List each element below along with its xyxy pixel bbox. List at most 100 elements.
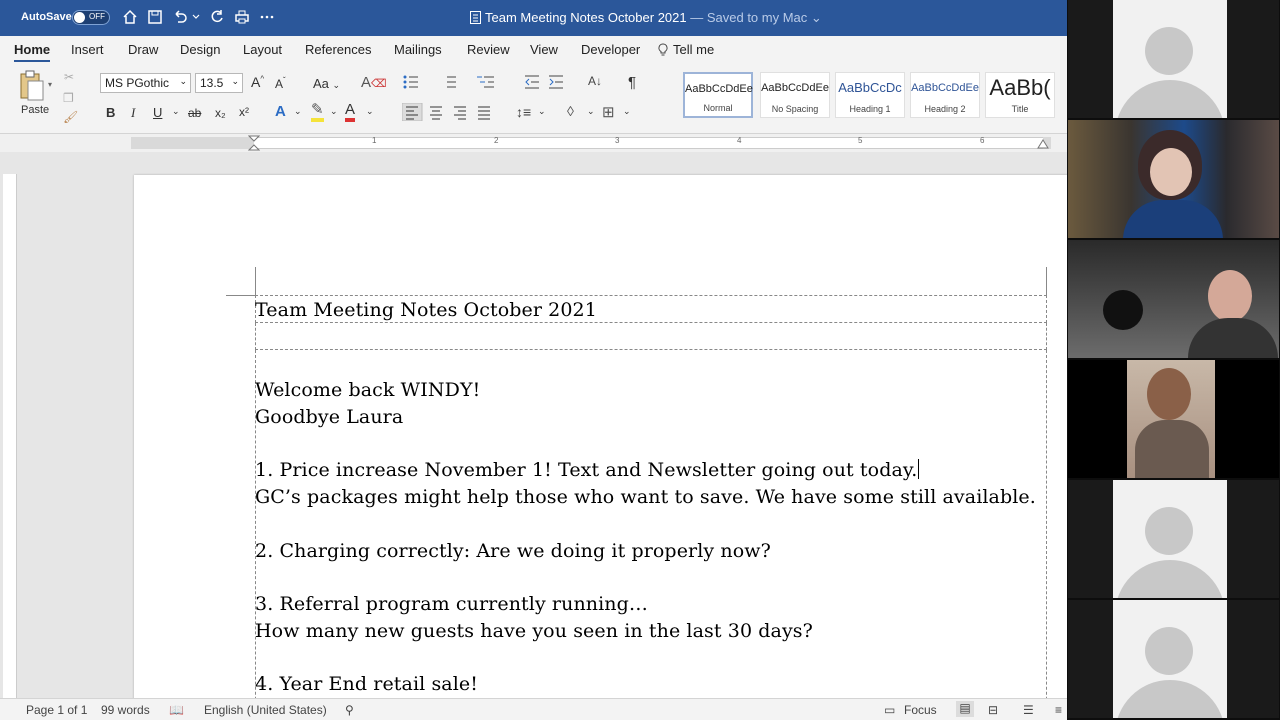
borders-icon[interactable]: ⊞	[602, 103, 615, 121]
word-count[interactable]: 99 words	[101, 703, 150, 717]
clear-formatting-icon[interactable]: A⌫	[361, 74, 387, 91]
ruler-number: 5	[858, 136, 863, 145]
title-chevron-icon[interactable]: ⌄	[811, 10, 822, 25]
tab-mailings[interactable]: Mailings	[394, 42, 442, 57]
paste-dropdown-icon[interactable]: ▾	[48, 80, 52, 89]
tab-view[interactable]: View	[530, 42, 558, 57]
tab-references[interactable]: References	[305, 42, 371, 57]
format-painter-icon[interactable]: 🖌	[63, 110, 78, 124]
proofing-icon[interactable]: 📖	[169, 703, 184, 717]
header-region-blank[interactable]	[255, 323, 1047, 350]
alignment-buttons[interactable]	[402, 103, 496, 121]
document-page[interactable]: Team Meeting Notes October 2021 Welcome …	[134, 175, 1067, 720]
doc-line-with-caret: 1. Price increase November 1! Text and N…	[255, 459, 920, 481]
doc-line: 1. Price increase November 1! Text and N…	[255, 459, 918, 481]
tab-draw[interactable]: Draw	[128, 42, 158, 57]
word-doc-icon	[470, 11, 481, 24]
focus-label[interactable]: Focus	[904, 703, 937, 717]
horizontal-ruler[interactable]: 1 2 3 4 5 6	[0, 134, 1067, 152]
copy-icon[interactable]: ❐	[63, 91, 74, 105]
tab-developer[interactable]: Developer	[581, 42, 640, 57]
print-layout-icon[interactable]: ▤	[956, 701, 974, 717]
style-title[interactable]: AaBb(Title	[985, 72, 1055, 118]
style-preview: AaBbCcDdEe	[761, 82, 829, 94]
tab-review[interactable]: Review	[467, 42, 510, 57]
font-name-select[interactable]: MS PGothic ⌄	[100, 73, 191, 93]
style-heading-1[interactable]: AaBbCcDc Heading 1	[835, 72, 905, 118]
page-count[interactable]: Page 1 of 1	[26, 703, 87, 717]
undo-icon[interactable]	[171, 8, 189, 26]
style-name: Title	[1011, 104, 1029, 114]
chevron-down-icon[interactable]: ⌄	[366, 106, 374, 117]
list-buttons[interactable]	[402, 73, 507, 91]
font-size-select[interactable]: 13.5 ⌄	[195, 73, 243, 93]
more-icon[interactable]	[258, 8, 276, 26]
web-layout-icon[interactable]: ⊟	[988, 703, 998, 717]
save-icon[interactable]	[146, 8, 164, 26]
subscript-button[interactable]: x₂	[215, 106, 226, 120]
bold-button[interactable]: B	[106, 105, 115, 120]
avatar-head	[1145, 627, 1193, 675]
indent-marker-icon[interactable]	[248, 135, 260, 152]
focus-icon[interactable]: ▭	[884, 703, 895, 717]
tab-layout[interactable]: Layout	[243, 42, 282, 57]
language[interactable]: English (United States)	[204, 703, 327, 717]
shading-icon[interactable]: ◊	[567, 103, 574, 119]
tell-me[interactable]: Tell me	[658, 42, 714, 57]
chevron-down-icon[interactable]: ⌄	[587, 106, 595, 117]
paste-icon[interactable]	[17, 70, 45, 102]
ruler-number: 4	[737, 136, 742, 145]
tab-insert[interactable]: Insert	[71, 42, 104, 57]
participant-tile[interactable]	[1068, 600, 1279, 718]
line-spacing-icon[interactable]: ↕≡	[516, 104, 531, 120]
home-icon[interactable]	[121, 8, 139, 26]
ruler-number: 3	[615, 136, 620, 145]
pilcrow-icon[interactable]: ¶	[628, 74, 636, 91]
text-effects-icon[interactable]: A	[275, 103, 286, 120]
style-normal[interactable]: AaBbCcDdEe Normal	[683, 72, 753, 118]
change-case-button[interactable]: Aa ⌄	[313, 76, 340, 91]
vertical-ruler[interactable]	[3, 174, 17, 698]
header-text: Team Meeting Notes October 2021	[255, 299, 597, 321]
participant-video[interactable]	[1068, 240, 1279, 358]
font-color-icon[interactable]: A	[345, 102, 356, 122]
document-title[interactable]: Team Meeting Notes October 2021 — Saved …	[470, 10, 822, 26]
avatar-placeholder	[1113, 480, 1227, 598]
participant-tile[interactable]	[1068, 0, 1279, 118]
cut-icon[interactable]: ✂	[64, 70, 74, 84]
italic-button[interactable]: I	[131, 105, 135, 121]
grow-font-icon[interactable]: A^	[251, 74, 264, 90]
lightbulb-icon	[658, 43, 668, 56]
tab-home[interactable]: Home	[14, 42, 51, 63]
draft-icon[interactable]: ≡	[1055, 703, 1062, 717]
style-name: No Spacing	[771, 104, 819, 114]
participant-tile[interactable]	[1068, 480, 1279, 598]
sort-icon[interactable]: A↓	[588, 74, 602, 88]
underline-button[interactable]: U	[153, 105, 162, 120]
style-no-spacing[interactable]: AaBbCcDdEe No Spacing	[760, 72, 830, 118]
outline-icon[interactable]: ☰	[1023, 703, 1034, 717]
doc-line: 3. Referral program currently running…	[255, 593, 648, 615]
strikethrough-button[interactable]: ab	[188, 106, 201, 120]
tab-design[interactable]: Design	[180, 42, 220, 57]
shrink-font-icon[interactable]: Aˇ	[275, 76, 286, 91]
ruler-number: 6	[980, 136, 985, 145]
highlight-icon[interactable]: ✎	[311, 102, 324, 122]
chevron-down-icon[interactable]: ⌄	[623, 106, 631, 117]
participant-video[interactable]	[1068, 360, 1279, 478]
superscript-button[interactable]: x²	[239, 105, 249, 119]
autosave-toggle[interactable]: OFF	[72, 10, 110, 25]
underline-dropdown-icon[interactable]: ⌄	[172, 106, 180, 117]
print-icon[interactable]	[233, 8, 251, 26]
chevron-down-icon[interactable]: ⌄	[330, 106, 338, 117]
participant-video[interactable]	[1068, 120, 1279, 238]
right-indent-marker-icon[interactable]	[1037, 139, 1049, 149]
accessibility-icon[interactable]: ⚲	[345, 703, 354, 717]
indent-buttons[interactable]	[525, 75, 565, 89]
style-preview: AaBbCcDc	[838, 80, 902, 95]
chevron-down-icon[interactable]: ⌄	[294, 106, 302, 117]
undo-dropdown-icon[interactable]	[191, 8, 201, 26]
chevron-down-icon[interactable]: ⌄	[538, 106, 546, 117]
redo-icon[interactable]	[208, 8, 226, 26]
style-heading-2[interactable]: AaBbCcDdEe Heading 2	[910, 72, 980, 118]
